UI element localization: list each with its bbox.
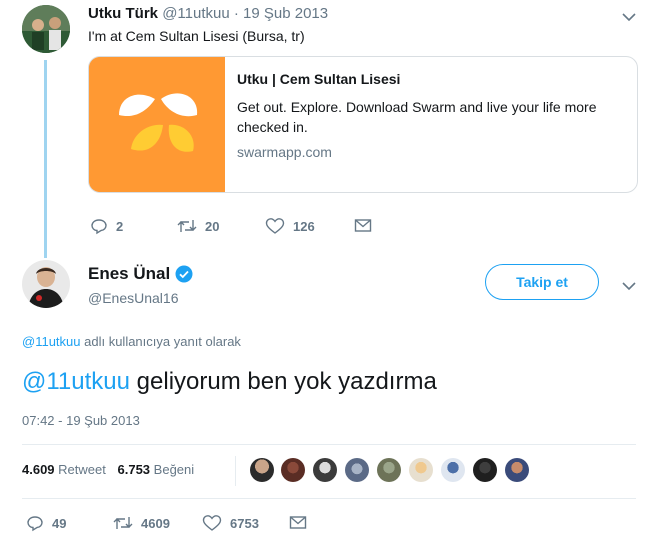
reply-icon <box>91 219 107 235</box>
card-description: Get out. Explore. Download Swarm and liv… <box>237 99 597 135</box>
follow-button[interactable]: Takip et <box>485 264 599 300</box>
heart-icon <box>202 515 222 531</box>
chevron-down-icon[interactable] <box>620 8 638 26</box>
retweet-icon <box>113 517 133 529</box>
author-name[interactable]: Utku Türk <box>88 5 158 22</box>
separator-dot: · <box>233 5 239 22</box>
retweet-count: 4609 <box>141 515 170 531</box>
liker-avatar[interactable] <box>281 458 305 482</box>
retweet-button[interactable]: 20 <box>177 217 219 235</box>
reply-to-handle[interactable]: @11utkuu <box>22 334 81 349</box>
liker-avatar[interactable] <box>250 458 274 482</box>
reply-button[interactable]: 2 <box>90 217 123 235</box>
author-name[interactable]: Enes Ünal <box>88 264 170 284</box>
liker-avatar[interactable] <box>505 458 529 482</box>
stats-divider <box>235 456 236 486</box>
like-button[interactable]: 126 <box>265 217 315 235</box>
divider <box>22 444 636 445</box>
like-count: 126 <box>293 218 315 234</box>
card-domain: swarmapp.com <box>237 144 332 160</box>
avatar-photo <box>22 260 70 308</box>
thread-connector <box>44 60 47 258</box>
swarm-bee-icon <box>89 57 225 192</box>
liker-avatar[interactable] <box>409 458 433 482</box>
like-stat-count: 6.753 <box>117 462 151 477</box>
tweet-text: I'm at Cem Sultan Lisesi (Bursa, tr) <box>88 28 305 44</box>
tweet-text: geliyorum ben yok yazdırma <box>136 368 437 395</box>
reply-button[interactable]: 49 <box>26 514 66 532</box>
reply-count: 49 <box>52 515 67 531</box>
like-stat-label: Beğeni <box>153 462 195 477</box>
user-avatar[interactable] <box>22 260 70 308</box>
author-handle[interactable]: @11utkuu <box>162 5 230 22</box>
verified-badge-icon <box>175 265 193 283</box>
retweet-stat-count: 4.609 <box>22 462 55 477</box>
retweet-count: 20 <box>205 218 220 234</box>
liker-avatar[interactable] <box>345 458 369 482</box>
like-stat[interactable]: 6.753 Beğeni <box>118 462 195 477</box>
retweet-stat[interactable]: 4.609 Retweet <box>22 462 110 477</box>
liker-avatar[interactable] <box>377 458 401 482</box>
chevron-down-icon[interactable] <box>620 277 638 295</box>
liker-avatar[interactable] <box>313 458 337 482</box>
tweet-date[interactable]: 19 Şub 2013 <box>243 5 328 22</box>
message-icon[interactable] <box>354 218 372 234</box>
divider <box>22 498 636 499</box>
reply-count: 2 <box>116 218 124 234</box>
link-card[interactable]: Utku | Cem Sultan Lisesi Get out. Explor… <box>88 56 638 193</box>
retweet-stat-label: Retweet <box>58 462 106 477</box>
retweet-icon <box>177 220 197 232</box>
message-icon[interactable] <box>289 515 307 531</box>
swarm-logo <box>89 57 225 192</box>
reply-to-label: adlı kullanıcıya yanıt olarak <box>84 334 241 349</box>
liker-avatar[interactable] <box>473 458 497 482</box>
liker-avatar[interactable] <box>441 458 465 482</box>
avatar-photo <box>22 5 70 53</box>
card-title: Utku | Cem Sultan Lisesi <box>237 71 401 87</box>
user-avatar[interactable] <box>22 5 70 53</box>
mention-link[interactable]: @11utkuu <box>22 368 130 395</box>
retweet-button[interactable]: 4609 <box>113 514 170 532</box>
author-handle[interactable]: @EnesUnal16 <box>88 290 179 306</box>
like-count: 6753 <box>230 515 259 531</box>
like-button[interactable]: 6753 <box>202 514 259 532</box>
heart-icon <box>265 218 285 234</box>
tweet-timestamp[interactable]: 07:42 - 19 Şub 2013 <box>22 413 140 428</box>
reply-icon <box>27 516 43 532</box>
